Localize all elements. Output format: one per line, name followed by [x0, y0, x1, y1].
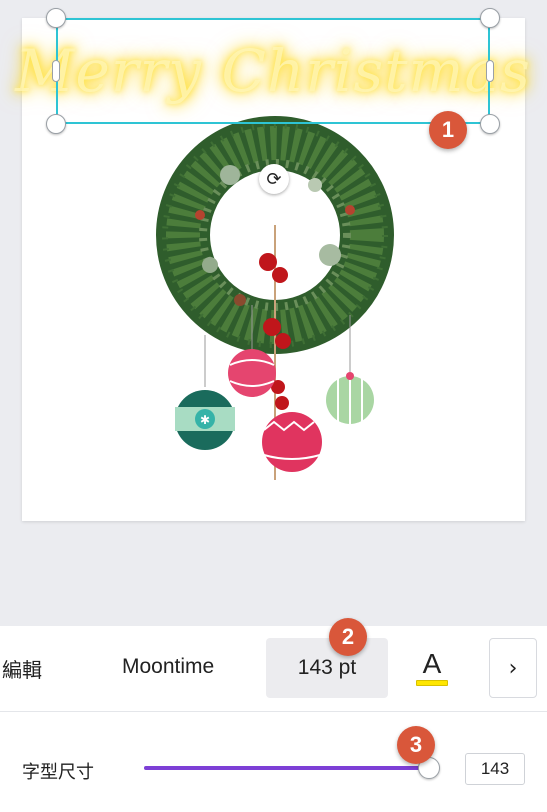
font-size-button[interactable]: 143 pt: [266, 638, 388, 698]
font-size-slider-row: 字型尺寸 143: [0, 713, 547, 812]
resize-handle-bottom-left[interactable]: [46, 114, 66, 134]
resize-handle-bottom-right[interactable]: [480, 114, 500, 134]
edit-button[interactable]: 編輯: [2, 654, 42, 683]
text-color-button[interactable]: A: [410, 646, 454, 690]
font-size-slider-track[interactable]: [144, 766, 432, 770]
font-size-slider-label: 字型尺寸: [22, 762, 94, 783]
annotation-marker-3: 3: [397, 726, 435, 764]
chevron-right-icon[interactable]: ›: [489, 638, 537, 698]
text-color-swatch: [416, 680, 448, 686]
resize-handle-top-right[interactable]: [480, 8, 500, 28]
rotate-icon[interactable]: ⟳: [259, 164, 289, 194]
text-toolbar: 編輯 Moontime 143 pt A › 字型尺寸 143: [0, 626, 547, 812]
ornament-red-center: [262, 412, 322, 472]
selection-box: [56, 18, 490, 124]
font-family-button[interactable]: Moontime: [122, 655, 214, 679]
resize-handle-top-left[interactable]: [46, 8, 66, 28]
font-size-slider-fill: [144, 766, 430, 770]
ornament-teal: ✱: [175, 335, 235, 450]
annotation-marker-1: 1: [429, 111, 467, 149]
resize-handle-right[interactable]: [486, 60, 494, 82]
toolbar-options-row: 編輯 Moontime 143 pt A ›: [0, 626, 547, 712]
svg-text:✱: ✱: [200, 413, 210, 427]
resize-handle-left[interactable]: [52, 60, 60, 82]
annotation-marker-2: 2: [329, 618, 367, 656]
text-color-icon: A: [422, 648, 442, 679]
font-size-value-input[interactable]: 143: [465, 753, 525, 785]
